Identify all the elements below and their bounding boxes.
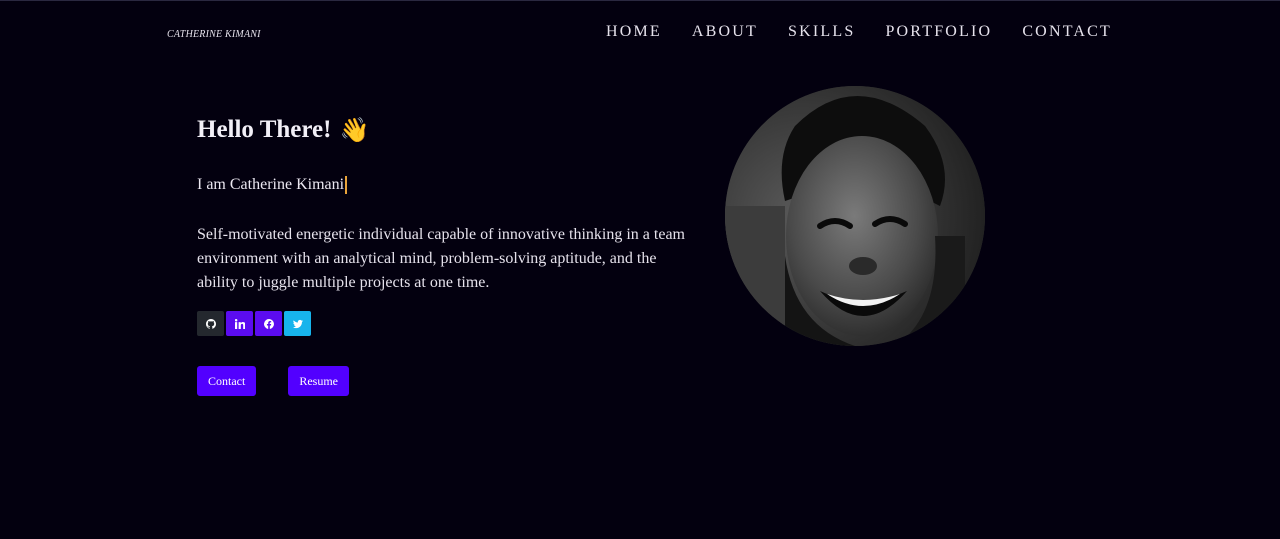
github-icon [205, 318, 216, 329]
hero-greeting: Hello There! 👋 [197, 113, 697, 147]
portrait-illustration [725, 86, 985, 346]
resume-button[interactable]: Resume [288, 366, 349, 396]
contact-button[interactable]: Contact [197, 366, 257, 396]
hero-actions: Contact Resume [197, 366, 697, 396]
typed-text: I am Catherine Kimani [197, 176, 345, 193]
brand-logo[interactable]: CATHERINE KIMANI [167, 29, 261, 40]
facebook-link[interactable] [255, 311, 282, 336]
social-links [197, 311, 697, 336]
main-nav: HOME ABOUT SKILLS PORTFOLIO CONTACT [606, 23, 1112, 41]
page: CATHERINE KIMANI HOME ABOUT SKILLS PORTF… [0, 0, 1280, 539]
facebook-icon [263, 318, 274, 329]
hero-section: Hello There! 👋 I am Catherine Kimani Sel… [197, 113, 697, 396]
profile-photo [725, 86, 985, 346]
typing-caret [345, 176, 348, 194]
nav-portfolio[interactable]: PORTFOLIO [885, 23, 992, 41]
nav-contact[interactable]: CONTACT [1022, 23, 1112, 41]
nav-skills[interactable]: SKILLS [788, 23, 855, 41]
linkedin-icon [234, 318, 245, 329]
github-link[interactable] [197, 311, 224, 336]
waving-hand-icon: 👋 [339, 116, 370, 144]
typed-intro: I am Catherine Kimani [197, 176, 697, 194]
nav-home[interactable]: HOME [606, 23, 662, 41]
twitter-link[interactable] [284, 311, 311, 336]
linkedin-link[interactable] [226, 311, 253, 336]
greeting-text: Hello There! [197, 116, 332, 143]
twitter-icon [292, 319, 303, 328]
nav-about[interactable]: ABOUT [692, 23, 758, 41]
hero-bio: Self-motivated energetic individual capa… [197, 226, 685, 291]
